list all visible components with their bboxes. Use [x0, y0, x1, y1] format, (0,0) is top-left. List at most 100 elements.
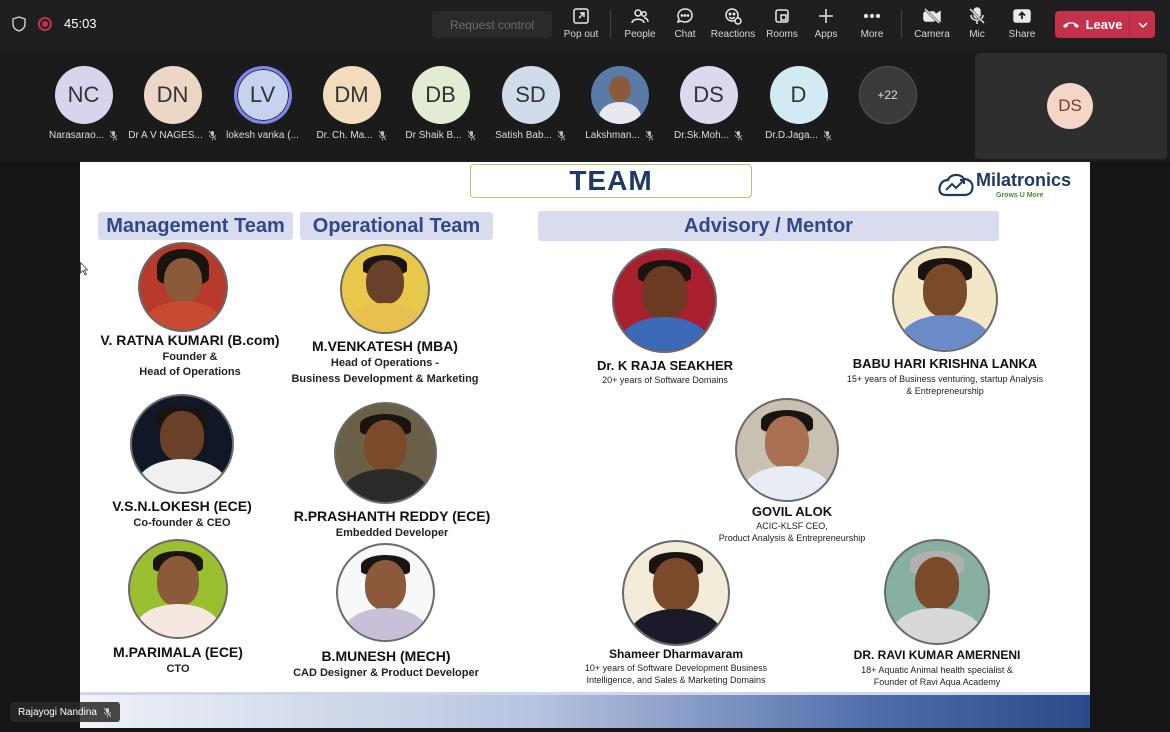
reactions-icon: [725, 8, 742, 25]
member-role: Head of Operations: [139, 366, 241, 378]
member-role: Co-founder & CEO: [133, 517, 231, 529]
member-photo: [128, 539, 228, 639]
shared-slide: TEAM Milatronics Grows U More Management…: [80, 162, 1090, 728]
popout-icon: [573, 8, 589, 24]
company-logo: Milatronics Grows U More: [936, 168, 1076, 202]
member-role: CAD Designer & Product Developer: [293, 667, 479, 679]
chat-button[interactable]: Chat: [668, 6, 702, 44]
avatar: D: [769, 66, 828, 124]
participant-tile[interactable]: SD Satish Bab...: [486, 66, 575, 141]
avatar: DM: [322, 66, 381, 124]
member-photo: [622, 540, 730, 646]
member-name: B.MUNESH (MECH): [321, 648, 451, 664]
self-video-tile[interactable]: DS: [975, 53, 1167, 159]
share-button[interactable]: Share: [1004, 6, 1040, 44]
camera-off-icon: [923, 8, 941, 24]
mouse-cursor-icon: [80, 262, 88, 276]
toolbar-divider: [901, 10, 902, 38]
avatar: DS: [1047, 83, 1093, 129]
mic-off-icon: [734, 130, 743, 141]
shield-icon: [12, 16, 26, 32]
management-team-header: Management Team: [98, 212, 293, 240]
people-button[interactable]: People: [622, 6, 658, 44]
share-icon: [1013, 9, 1031, 23]
member-photo: [612, 248, 717, 353]
logo-icon: [938, 173, 974, 197]
leave-main[interactable]: Leave: [1055, 11, 1129, 38]
mic-off-icon: [103, 707, 112, 717]
avatar: DB: [411, 66, 470, 124]
avatar: DN: [143, 66, 202, 124]
chevron-down-icon: [1137, 21, 1148, 28]
member-name: V. RATNA KUMARI (B.com): [100, 332, 280, 348]
operational-team-header: Operational Team: [300, 212, 493, 240]
member-role: Founder of Ravi Aqua Academy: [873, 677, 1001, 687]
leave-options-button[interactable]: [1129, 11, 1155, 38]
avatar-photo: [590, 66, 649, 124]
toolbar-divider: [610, 10, 611, 38]
leave-button[interactable]: Leave: [1055, 11, 1155, 38]
more-button[interactable]: More: [854, 6, 890, 44]
more-icon: [863, 13, 881, 19]
people-icon: [631, 9, 649, 24]
participant-tile[interactable]: NC Narasarao...: [39, 66, 128, 141]
apps-icon: [819, 9, 833, 23]
avatar: NC: [54, 66, 113, 124]
member-role: Founder &: [162, 351, 218, 363]
recording-icon: [38, 17, 52, 31]
rooms-button[interactable]: Rooms: [764, 6, 800, 44]
mic-off-icon: [969, 7, 985, 24]
member-name: Dr. K RAJA SEAKHER: [596, 358, 734, 373]
mic-off-icon: [823, 130, 832, 141]
mic-off-icon: [208, 130, 217, 141]
member-role: CTO: [166, 663, 190, 675]
member-photo: [130, 394, 234, 494]
slide-footer-band: [80, 692, 1090, 728]
member-name: M.PARIMALA (ECE): [113, 644, 243, 660]
participant-tile[interactable]: DM Dr. Ch. Ma...: [307, 66, 396, 141]
participant-tile[interactable]: DB Dr Shaik B...: [396, 66, 485, 141]
phone-hangup-icon: [1062, 21, 1079, 28]
member-role: & Entrepreneurship: [906, 386, 984, 396]
mic-off-icon: [109, 130, 118, 141]
reactions-button[interactable]: Reactions: [710, 6, 756, 44]
member-role: Intelligence, and Sales & Marketing Doma…: [586, 675, 766, 685]
participant-tile[interactable]: DN Dr A V NAGES...: [128, 66, 217, 141]
avatar: LV: [233, 66, 292, 124]
member-name: DR. RAVI KUMAR AMERNENI: [853, 648, 1021, 662]
member-photo: [884, 539, 990, 645]
mic-off-icon: [557, 130, 566, 141]
mic-off-icon: [645, 130, 654, 141]
member-name: BABU HARI KRISHNA LANKA: [852, 356, 1038, 371]
presenter-name-label: Rajayogi Nandina: [10, 702, 120, 722]
member-name: R.PRASHANTH REDDY (ECE): [293, 508, 491, 524]
member-role: Embedded Developer: [335, 527, 449, 539]
slide-title: TEAM: [470, 164, 752, 198]
advisory-mentor-header: Advisory / Mentor: [538, 211, 999, 241]
more-participants-button[interactable]: +22: [843, 66, 932, 124]
participant-tile[interactable]: LV lokesh vanka (...: [218, 66, 307, 141]
apps-button[interactable]: Apps: [810, 6, 842, 44]
participant-tile[interactable]: DS Dr.Sk.Moh...: [664, 66, 753, 141]
member-name: Shameer Dharmavaram: [608, 647, 744, 661]
member-role: Business Development & Marketing: [291, 373, 479, 385]
member-name: GOVIL ALOK: [751, 504, 833, 519]
member-photo: [892, 246, 998, 352]
chat-icon: [676, 8, 693, 24]
member-photo: [735, 398, 839, 502]
member-photo: [336, 543, 435, 642]
member-role: Product Analysis & Entrepreneurship: [718, 533, 866, 543]
camera-button[interactable]: Camera: [912, 6, 952, 44]
meeting-timer: 45:03: [64, 16, 97, 31]
popout-button[interactable]: Pop out: [562, 6, 600, 44]
rooms-icon: [775, 9, 789, 23]
member-role: Head of Operations -: [330, 357, 440, 369]
avatar: DS: [679, 66, 738, 124]
mic-off-icon: [467, 130, 475, 141]
request-control-button[interactable]: Request control: [432, 11, 552, 38]
meeting-toolbar: 45:03 Request control Pop out People Cha…: [0, 0, 1170, 50]
mic-button[interactable]: Mic: [962, 6, 992, 44]
member-photo: [138, 242, 228, 332]
participant-tile[interactable]: Lakshman...: [575, 66, 664, 141]
participant-tile[interactable]: D Dr.D.Jaga...: [754, 66, 843, 141]
